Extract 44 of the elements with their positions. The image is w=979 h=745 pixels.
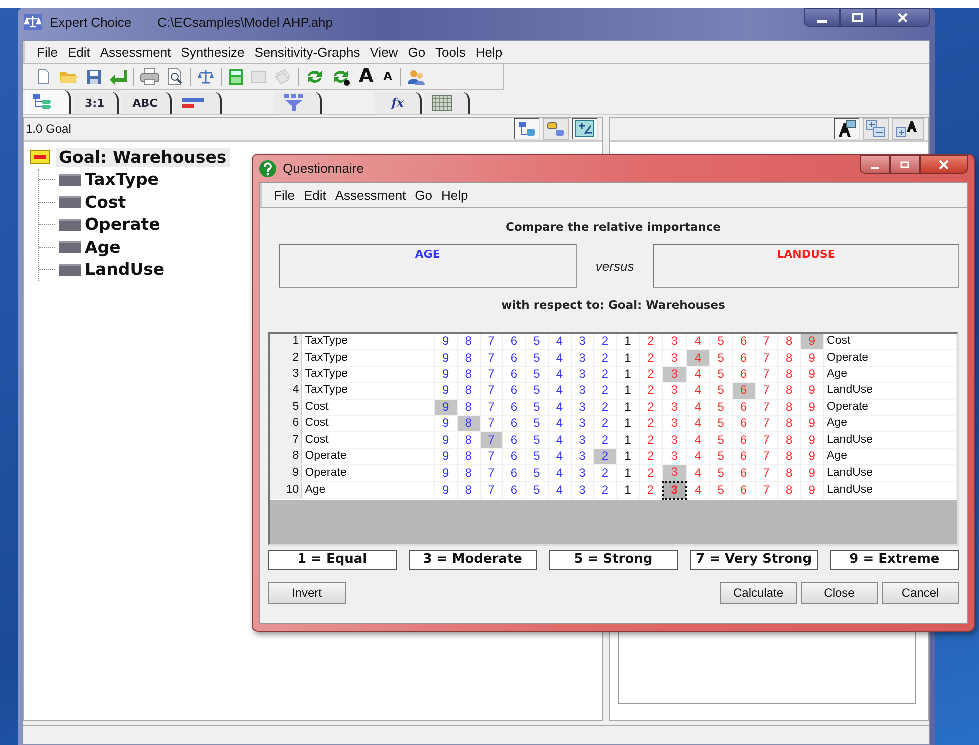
left-criterion-cell: Age bbox=[302, 482, 434, 499]
right-criterion-cell: Operate bbox=[824, 350, 956, 366]
right-criterion-cell: LandUse bbox=[824, 432, 956, 448]
instruction-text: Compare the relative importance bbox=[505, 220, 722, 234]
left-criterion-cell: Cost bbox=[302, 432, 434, 448]
window-title: Expert Choice bbox=[50, 14, 132, 30]
left-criterion-cell: TaxType bbox=[302, 366, 434, 383]
left-criterion-cell: TaxType bbox=[302, 350, 434, 366]
row-number: 9 bbox=[270, 464, 302, 482]
row-number: 7 bbox=[270, 432, 302, 448]
pane-title: 1.0 Goal bbox=[26, 122, 72, 136]
right-criterion-cell: Age bbox=[824, 448, 956, 465]
versus-label: versus bbox=[594, 258, 636, 274]
row-number: 6 bbox=[270, 415, 302, 432]
scale-legend-item: 9 = Extreme bbox=[830, 550, 959, 570]
scale-legend-item: 5 = Strong bbox=[549, 550, 678, 570]
right-criterion-cell: Cost bbox=[824, 334, 956, 350]
left-item-label: AGE bbox=[415, 248, 440, 261]
row-number: 8 bbox=[270, 448, 302, 465]
dialog-title: Questionnaire bbox=[283, 161, 364, 176]
right-criterion-cell: LandUse bbox=[824, 382, 956, 400]
row-number: 1 bbox=[270, 334, 302, 350]
right-criterion-cell: LandUse bbox=[824, 464, 956, 482]
left-criterion-cell: TaxType bbox=[302, 382, 434, 400]
scale-legend-item: 3 = Moderate bbox=[408, 550, 538, 570]
left-criterion-cell: TaxType bbox=[302, 334, 434, 350]
row-number: 10 bbox=[270, 482, 302, 499]
left-criterion-cell: Cost bbox=[302, 399, 434, 416]
scale-legend-item: 1 = Equal bbox=[268, 550, 397, 570]
row-number: 2 bbox=[270, 350, 302, 366]
left-criterion-cell: Cost bbox=[302, 415, 434, 432]
right-criterion-cell: Age bbox=[824, 415, 956, 432]
left-criterion-cell: Operate bbox=[302, 464, 434, 482]
right-criterion-cell: Age bbox=[824, 366, 956, 383]
file-path: C:\ECsamples\Model AHP.ahp bbox=[158, 14, 334, 30]
right-criterion-cell: Operate bbox=[824, 399, 956, 416]
row-number: 5 bbox=[270, 399, 302, 416]
context-text: with respect to: Goal: Warehouses bbox=[500, 298, 726, 312]
row-number: 3 bbox=[270, 366, 302, 383]
row-number: 4 bbox=[270, 382, 302, 400]
right-item-label: LANDUSE bbox=[777, 248, 836, 261]
left-criterion-cell: Operate bbox=[302, 448, 434, 465]
scale-legend-item: 7 = Very Strong bbox=[690, 550, 818, 570]
right-criterion-cell: LandUse bbox=[824, 482, 956, 499]
